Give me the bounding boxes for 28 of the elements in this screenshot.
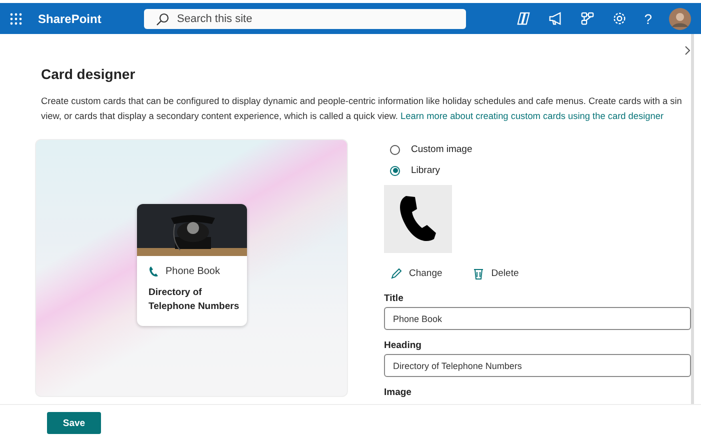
phone-icon <box>398 194 438 244</box>
chevron-right-icon[interactable] <box>685 46 690 55</box>
phone-icon <box>148 266 158 277</box>
avatar[interactable] <box>669 8 691 30</box>
trash-icon <box>472 266 486 280</box>
megaphone-icon[interactable] <box>548 11 564 26</box>
settings-icon[interactable] <box>612 11 628 26</box>
field-label: Title <box>384 293 404 304</box>
search-icon <box>156 12 169 26</box>
radio-option[interactable]: Library <box>390 160 691 181</box>
pencil-icon <box>390 266 403 280</box>
learn-more-link[interactable]: Learn more about creating custom cards using the card designer <box>400 111 664 121</box>
field-label: Image <box>384 387 412 398</box>
text-field[interactable]: Phone Book <box>384 307 691 330</box>
app-launcher-icon[interactable] <box>10 12 22 24</box>
card-title: Phone Book <box>166 266 220 277</box>
app-name[interactable]: SharePoint <box>38 12 144 26</box>
page-title: Card designer <box>41 66 136 82</box>
card-heading: Directory of Telephone Numbers <box>148 286 240 314</box>
delete-button[interactable]: Delete <box>466 263 525 283</box>
text-field[interactable]: Directory of Telephone Numbers <box>384 354 691 377</box>
save-button[interactable]: Save <box>47 412 101 434</box>
change-button[interactable]: Change <box>384 263 448 283</box>
help-icon[interactable]: ? <box>644 10 652 26</box>
radio-option[interactable]: Custom image <box>390 139 691 160</box>
field-label: Heading <box>384 340 422 351</box>
search-field[interactable]: Search this site <box>144 8 466 28</box>
description: Create custom cards that can be configured to display dynamic and people-centric information like holiday schedules and cafe menus. Create cards with a sin view, or cards that display a secondary content experience, which is called a quick view. Learn more about creating custom cards using the card designer <box>41 95 683 123</box>
